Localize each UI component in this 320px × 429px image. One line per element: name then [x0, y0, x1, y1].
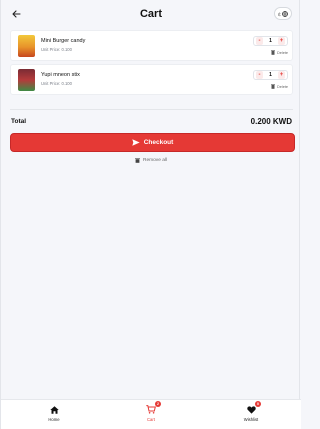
checkout-label: Checkout: [143, 139, 174, 146]
unit-price: Unit Price: 0.100: [41, 47, 72, 52]
nav-home[interactable]: Home: [34, 404, 74, 422]
back-button[interactable]: [9, 7, 23, 21]
delete-button[interactable]: Delete: [271, 84, 288, 89]
checkout-button[interactable]: Checkout: [10, 133, 295, 152]
quantity-stepper: - 1 +: [253, 70, 288, 80]
cart-item: Mini Burger candy Unit Price: 0.100 - 1 …: [10, 30, 293, 61]
product-image: [18, 35, 35, 57]
total-label: Total: [11, 118, 27, 125]
language-icon: [281, 10, 288, 17]
cart-icon: [146, 405, 156, 414]
language-letter-icon: ع: [278, 10, 281, 16]
product-name: Yupi mneon stix: [41, 72, 80, 78]
cart-item: Yupi mneon stix Unit Price: 0.100 - 1 + …: [10, 64, 293, 95]
quantity-value: 1: [269, 38, 272, 44]
delete-label: Delete: [277, 50, 288, 55]
increment-button[interactable]: +: [278, 71, 285, 79]
delete-button[interactable]: Delete: [271, 50, 288, 55]
home-icon-wrap: [48, 404, 60, 415]
quantity-value: 1: [269, 72, 272, 78]
nav-wishlist[interactable]: 0 Wishlist: [231, 401, 271, 422]
divider: [10, 109, 293, 110]
unit-price: Unit Price: 0.100: [41, 81, 72, 86]
nav-wishlist-label: Wishlist: [243, 417, 259, 422]
app-frame: Cart ع Mini Burger candy Unit Price: 0.1…: [0, 0, 301, 429]
product-image: [18, 69, 35, 91]
language-button[interactable]: ع: [274, 7, 292, 20]
trash-icon: [271, 50, 276, 55]
heart-icon-wrap: 0: [245, 401, 261, 415]
nav-home-label: Home: [48, 417, 60, 422]
cart-icon-wrap: 2: [145, 401, 161, 415]
total-value: 0.200 KWD: [250, 117, 292, 126]
send-icon: [131, 139, 140, 146]
cart-badge: 2: [155, 401, 161, 407]
back-arrow-icon: [11, 10, 21, 18]
trash-icon: [135, 158, 140, 163]
page-title: Cart: [139, 8, 162, 20]
decrement-button[interactable]: -: [256, 71, 263, 79]
header: Cart ع: [1, 0, 301, 28]
nav-cart[interactable]: 2 Cart: [131, 401, 171, 422]
bottom-nav: Home 2 Cart 0 Wishlist: [1, 399, 301, 429]
remove-all-button[interactable]: Remove all: [1, 158, 301, 163]
home-icon: [49, 405, 59, 414]
product-name: Mini Burger candy: [41, 38, 86, 44]
heart-icon: [246, 405, 256, 414]
wishlist-badge: 0: [255, 401, 261, 407]
remove-all-label: Remove all: [143, 158, 167, 163]
increment-button[interactable]: +: [278, 37, 285, 45]
trash-icon: [271, 84, 276, 89]
quantity-stepper: - 1 +: [253, 36, 288, 46]
decrement-button[interactable]: -: [256, 37, 263, 45]
delete-label: Delete: [277, 84, 288, 89]
nav-cart-label: Cart: [147, 417, 155, 422]
